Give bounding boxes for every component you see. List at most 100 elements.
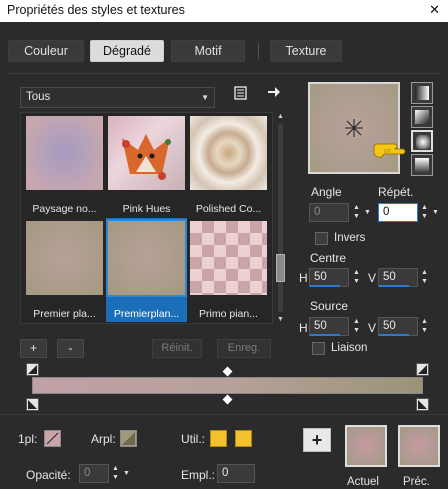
link-checkbox[interactable] [312,342,325,355]
source-h-stepper[interactable]: ▲ ▼ [351,317,362,336]
tab-separator [258,43,259,59]
repeat-stepper[interactable]: ▲ ▼ [419,203,430,222]
angle-dropdown-icon[interactable]: ▼ [363,203,372,222]
gradient-item[interactable]: Pink Hues [106,113,187,217]
linear-gradient-icon [415,86,429,100]
current-label: Actuel [347,476,379,488]
view-list-icon[interactable] [232,85,250,103]
location-label: Empl.: [181,468,216,482]
fox-illustration-icon [122,134,171,180]
repeat-label: Répét. [378,185,414,199]
gradient-grid: Paysage no... Pink Hues Polished Co... P… [20,112,273,324]
tab-motif[interactable]: Motif [171,40,245,62]
gradient-item[interactable]: Paysage no... [24,113,105,217]
center-h-stepper[interactable]: ▲ ▼ [351,268,362,287]
color-stop-top-left[interactable] [26,363,39,376]
repeat-dropdown-icon[interactable]: ▼ [431,203,440,222]
center-v-stepper[interactable]: ▲ ▼ [419,268,430,287]
category-select[interactable]: Tous ▼ [20,87,215,108]
color-stop-bottom-right[interactable] [416,398,429,411]
sunburst-gradient-icon [416,135,430,149]
source-v-label: V [368,321,377,335]
rectangular-style-button[interactable] [411,106,433,128]
pointing-hand-icon [373,143,406,158]
gradient-name: Pink Hues [122,203,171,215]
angle-stepper[interactable]: ▲ ▼ [351,203,362,222]
angle-input[interactable]: 0 [309,203,349,222]
gradient-item[interactable]: Primo pian... [188,218,269,322]
center-v-label: V [368,271,377,285]
current-swatch[interactable] [345,425,387,467]
location-input[interactable]: 0 [217,464,255,483]
remove-gradient-button[interactable]: - [57,339,84,358]
source-v-slider[interactable] [379,334,409,336]
center-h-slider[interactable] [310,285,340,287]
divider [8,73,440,74]
chevron-down-icon: ▼ [201,93,209,102]
tab-texture[interactable]: Texture [270,40,342,62]
center-v-slider[interactable] [379,285,409,287]
gradient-item[interactable]: Premier pla... [24,218,105,322]
background-label: Arpl: [91,432,116,446]
gradient-item[interactable]: Polished Co... [188,113,269,217]
util-label: Util.: [181,432,205,446]
gradient-editor-bar[interactable] [32,377,423,394]
gradient-item-selected[interactable]: Premierplan... [106,218,187,322]
gradient-thumbnail [190,116,267,190]
radial-gradient-icon [415,158,429,172]
linear-style-button[interactable] [411,82,433,104]
close-icon[interactable]: ✕ [429,0,440,20]
util-swatch-1[interactable] [210,430,227,447]
gradient-thumbnail [26,221,103,295]
foreground-swatch[interactable] [44,430,61,447]
opacity-input[interactable]: 0 [79,464,109,483]
center-marker-icon[interactable] [344,118,364,138]
reset-button[interactable]: Réinit. [152,339,202,358]
center-label: Centre [310,251,347,265]
opacity-stepper[interactable]: ▲ ▼ [110,464,121,483]
rectangular-gradient-icon [415,110,429,124]
color-stop-top-right[interactable] [416,363,429,376]
source-label: Source [310,299,349,313]
add-gradient-button[interactable]: + [20,339,47,358]
gradient-name: Primo pian... [199,308,258,320]
window-titlebar: Propriétés des styles et textures ✕ [0,0,448,22]
midpoint-bottom-handle[interactable] [222,394,233,405]
midpoint-top-handle[interactable] [222,366,233,377]
foreground-label: 1pl: [18,432,38,446]
sunburst-style-button[interactable] [411,130,433,152]
color-stop-bottom-left[interactable] [26,398,39,411]
invert-label: Invers [334,232,366,244]
source-h-slider[interactable] [310,334,340,336]
previous-swatch[interactable] [398,425,440,467]
gradient-scrollbar[interactable]: ▲ ▼ [276,112,285,324]
util-swatch-2[interactable] [235,430,252,447]
scroll-up-icon[interactable]: ▲ [276,112,285,121]
scroll-track [278,124,283,312]
radial-style-button[interactable] [411,154,433,176]
save-button[interactable]: Enreg. [217,339,271,358]
repeat-input[interactable]: 0 [378,203,418,222]
add-to-palette-button[interactable]: + [303,428,331,452]
opacity-dropdown-icon[interactable]: ▼ [122,464,131,483]
gradient-name: Premier pla... [33,308,96,320]
source-v-stepper[interactable]: ▲ ▼ [419,317,430,336]
angle-label: Angle [311,185,342,199]
gradient-thumbnail [108,116,185,190]
source-h-label: H [299,321,308,335]
scroll-thumb[interactable] [276,254,285,282]
gradient-preview[interactable] [308,82,400,174]
gradient-thumbnail [190,221,267,295]
invert-checkbox[interactable] [315,232,328,245]
opacity-label: Opacité: [26,468,71,482]
gradient-name: Paysage no... [32,203,97,215]
link-label: Liaison [331,342,368,354]
gradient-name: Polished Co... [195,203,262,215]
center-h-label: H [299,271,308,285]
tab-couleur[interactable]: Couleur [8,40,84,62]
divider [0,414,448,415]
arrow-right-icon[interactable] [265,85,283,103]
tab-degrade[interactable]: Dégradé [90,40,164,62]
background-swatch[interactable] [120,430,137,447]
scroll-down-icon[interactable]: ▼ [276,315,285,324]
